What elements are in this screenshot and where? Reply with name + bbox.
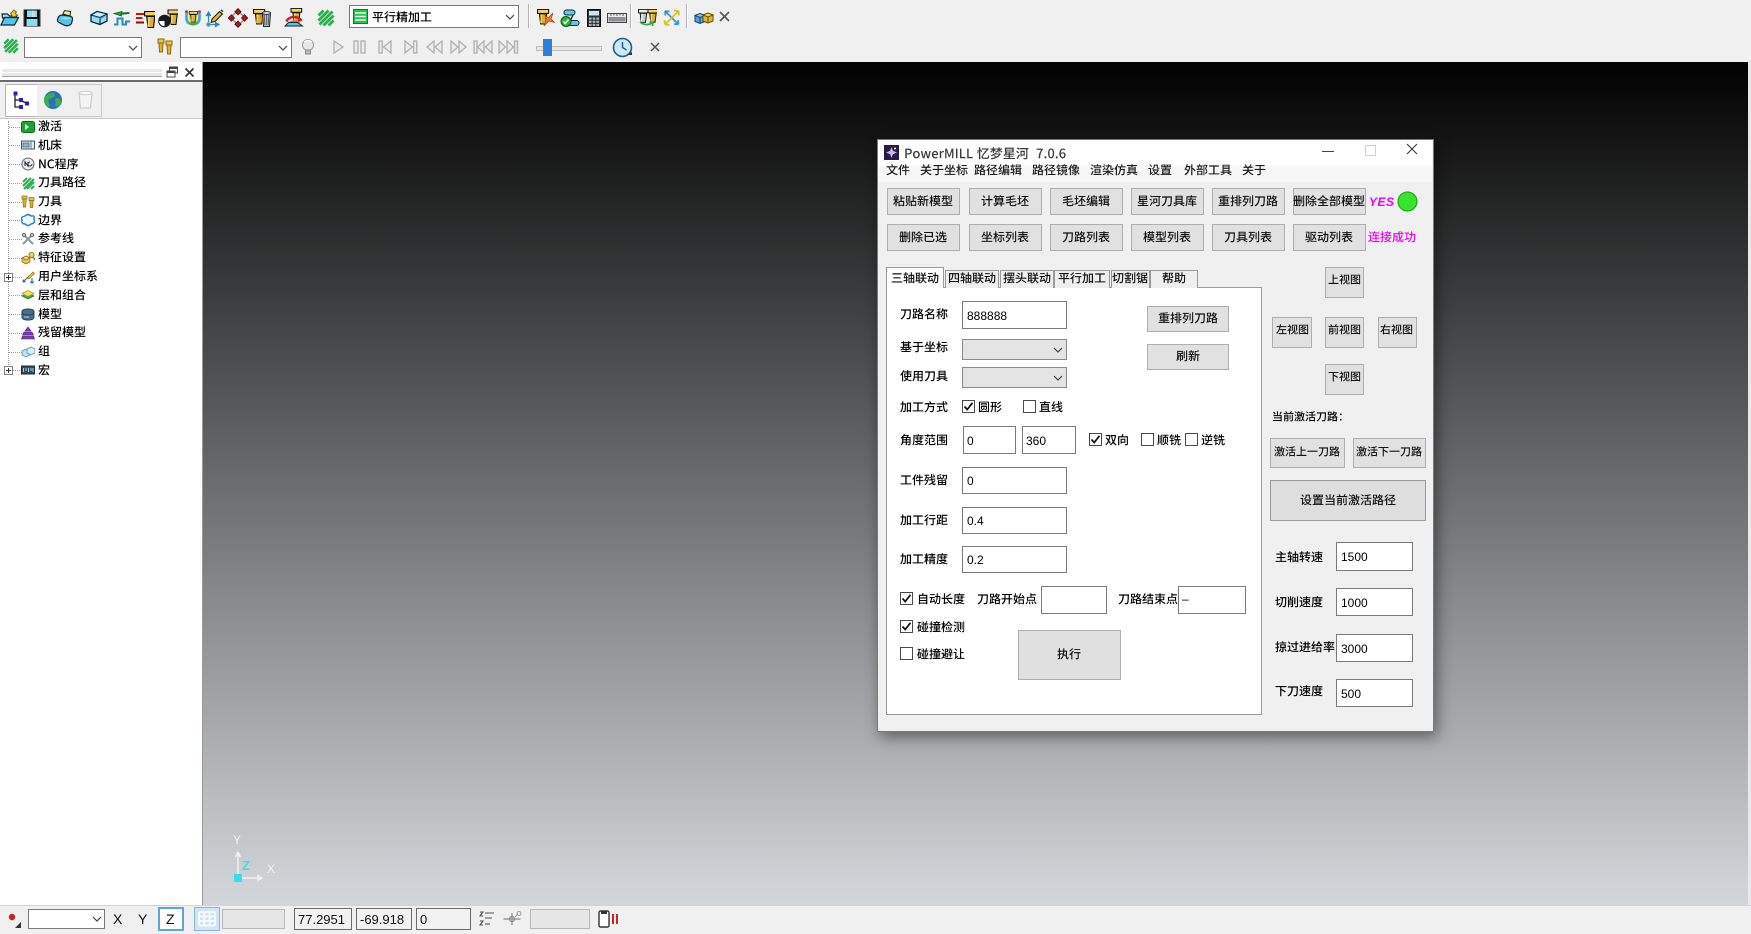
svg-text:Z: Z bbox=[242, 858, 250, 873]
svg-text:X: X bbox=[267, 862, 275, 876]
svg-text:Y: Y bbox=[233, 833, 241, 847]
